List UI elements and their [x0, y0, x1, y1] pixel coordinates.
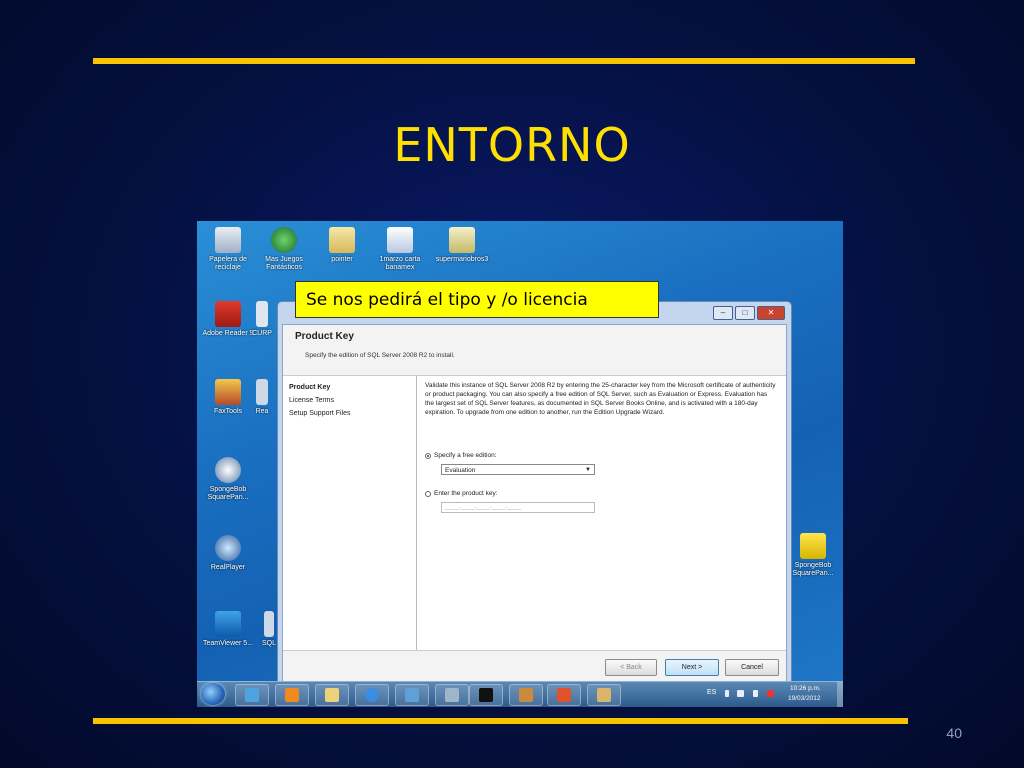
free-edition-radio[interactable] — [425, 452, 431, 459]
maximize-button[interactable]: □ — [735, 306, 755, 320]
media-player-icon[interactable] — [275, 684, 309, 706]
ie-icon[interactable] — [355, 684, 389, 706]
show-desktop-button[interactable] — [837, 682, 843, 707]
app-icon[interactable]: Rea — [247, 379, 277, 416]
top-accent-rule — [93, 58, 915, 64]
document-icon[interactable]: CURP — [245, 301, 279, 338]
teamviewer-icon[interactable]: TeamViewer 5... — [197, 611, 259, 648]
folder-icon[interactable]: pointer — [311, 227, 373, 264]
realplayer-icon[interactable]: RealPlayer — [197, 535, 259, 572]
window-body: Product Key Specify the edition of SQL S… — [282, 324, 787, 682]
cancel-button[interactable]: Cancel — [725, 659, 779, 676]
recycle-bin-icon[interactable]: Papelera de reciclaje — [197, 227, 259, 272]
product-key-label: Enter the product key: — [434, 490, 498, 497]
back-button[interactable]: < Back — [605, 659, 657, 676]
callout-note: Se nos pedirá el tipo y /o licencia — [295, 281, 659, 318]
slide-number: 40 — [946, 725, 962, 741]
game-icon[interactable]: supermariobros3 — [431, 227, 493, 264]
office-icon[interactable] — [547, 684, 581, 706]
minimize-button[interactable]: – — [713, 306, 733, 320]
product-key-option[interactable]: Enter the product key: — [425, 489, 498, 498]
clock-time[interactable]: 10:26 p.m. — [790, 685, 821, 692]
nav-step-license-terms[interactable]: License Terms — [289, 397, 334, 404]
globe-icon[interactable]: Mas Juegos Fantásticos — [253, 227, 315, 272]
network-icon[interactable] — [395, 684, 429, 706]
close-button[interactable]: ✕ — [757, 306, 785, 320]
bottom-accent-rule — [93, 718, 908, 724]
product-key-input[interactable]: _____-_____-_____-_____-_____ — [441, 502, 595, 513]
product-key-radio[interactable] — [425, 490, 431, 497]
edition-select[interactable]: Evaluation ▼ — [441, 464, 595, 475]
setup-header: Product Key Specify the edition of SQL S… — [283, 325, 786, 376]
setup-footer: < Back Next > Cancel — [283, 650, 786, 681]
product-key-content: Validate this instance of SQL Server 200… — [425, 381, 776, 651]
app-icon[interactable]: SQL — [259, 611, 279, 648]
window-controls: – □ ✕ — [713, 306, 785, 320]
taskbar: ES 10:26 p.m. 19/03/2012 — [197, 681, 843, 707]
nav-step-setup-support-files[interactable]: Setup Support Files — [289, 410, 350, 417]
setup-steps-nav: Product Key License Terms Setup Support … — [283, 376, 417, 651]
language-indicator[interactable]: ES — [707, 689, 716, 696]
slide-title: ENTORNO — [393, 118, 631, 172]
spongebob-icon[interactable]: SpongeBob SquarePan... — [785, 533, 841, 578]
flash-icon[interactable]: SpongeBob SquarePan... — [197, 457, 259, 502]
next-button[interactable]: Next > — [665, 659, 719, 676]
clock-date[interactable]: 19/03/2012 — [788, 695, 821, 702]
explorer-icon[interactable] — [235, 684, 269, 706]
document-icon[interactable]: 1marzo carta banamex — [369, 227, 431, 272]
free-edition-option[interactable]: Specify a free edition: — [425, 451, 497, 460]
free-edition-label: Specify a free edition: — [434, 452, 497, 459]
package-icon[interactable] — [509, 684, 543, 706]
sql-server-setup-window: – □ ✕ Product Key Specify the edition of… — [277, 301, 792, 687]
header-title: Product Key — [295, 331, 354, 342]
installer-icon[interactable] — [587, 684, 621, 706]
volume-icon[interactable] — [753, 690, 758, 697]
header-subtitle: Specify the edition of SQL Server 2008 R… — [305, 352, 455, 359]
chevron-down-icon: ▼ — [585, 467, 591, 473]
action-center-icon[interactable] — [767, 690, 774, 697]
signal-icon[interactable] — [737, 690, 744, 697]
nav-step-product-key[interactable]: Product Key — [289, 384, 330, 391]
start-button[interactable] — [201, 683, 225, 705]
cmd-icon[interactable] — [469, 684, 503, 706]
tray-arrow-icon[interactable] — [725, 690, 729, 697]
folder-icon[interactable] — [315, 684, 349, 706]
setup-icon[interactable] — [435, 684, 469, 706]
description-text: Validate this instance of SQL Server 200… — [425, 382, 776, 416]
